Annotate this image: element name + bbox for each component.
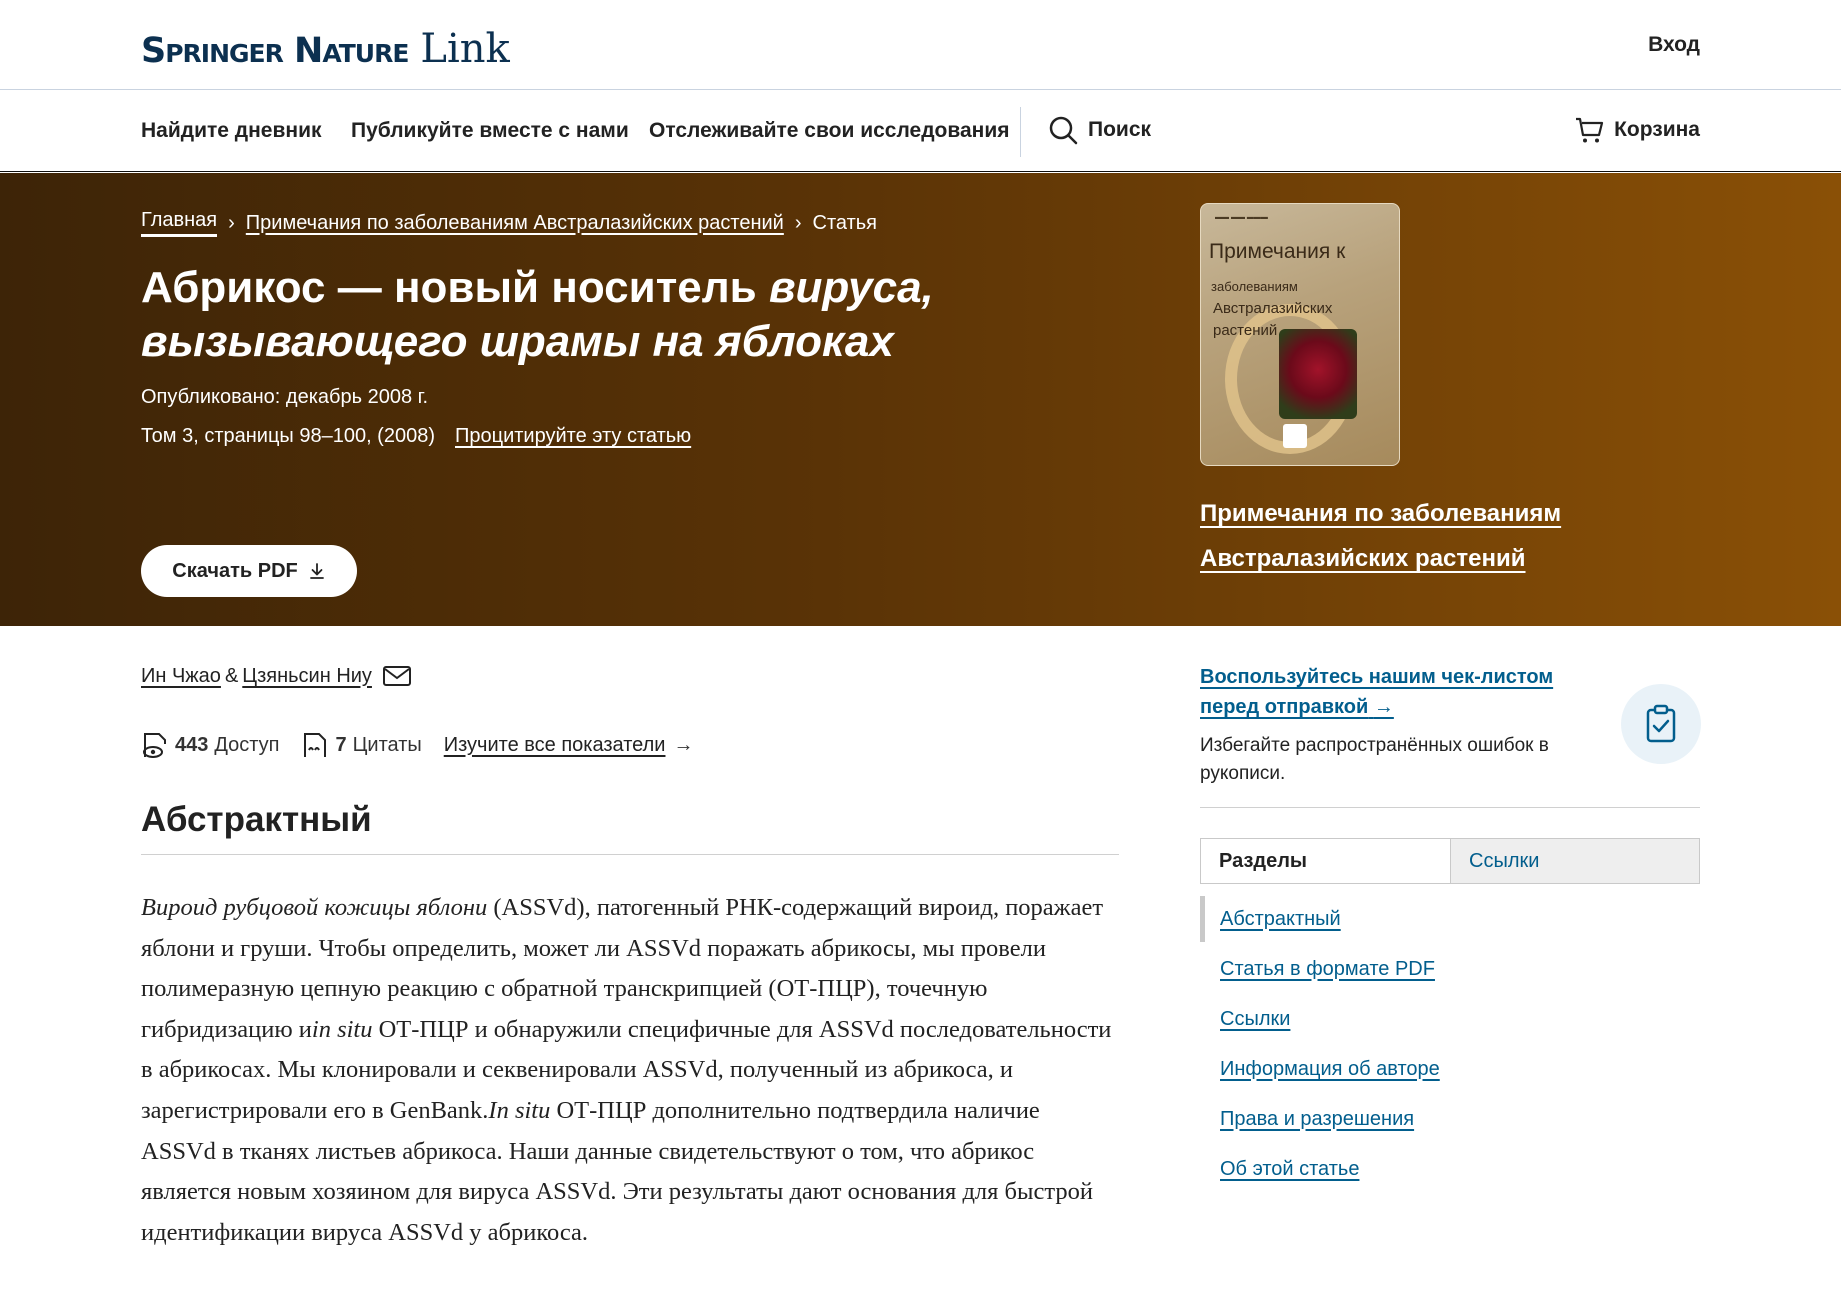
nav-publish-with-us[interactable]: Публикуйте вместе с нами [351,119,629,143]
search-icon [1049,116,1078,145]
toc-item-label: Статья в формате PDF [1220,957,1435,980]
title-plain: Абрикос — новый носитель [141,263,769,312]
citations-metric: 7 Цитаты [301,730,422,760]
cite-article-link[interactable]: Процитируйте эту статью [455,425,691,448]
explore-metrics-link[interactable]: Изучите все показатели [444,734,666,757]
abstract-italic-term: in situ [311,1015,373,1043]
author-link[interactable]: Цзяньсин Ниу [242,665,372,688]
sections-list: Абстрактный Статья в формате PDF Ссылки … [1200,894,1700,1194]
toc-item-references[interactable]: Ссылки [1200,994,1700,1044]
logo-suffix: Link [420,26,510,72]
cover-header-strip: ▬▬ ▬▬ ▬▬▬ [1215,214,1268,221]
volume-info: Том 3, страницы 98–100, (2008) Процитиру… [141,425,691,448]
toc-item-label: Абстрактный [1220,907,1341,930]
journal-title-link[interactable]: Примечания по заболеваниям Австралазийск… [1200,491,1620,581]
author-list: Ин Чжао & Цзяньсин Ниу [141,664,412,688]
abstract-italic-term: Вироид рубцовой кожицы яблони [141,894,488,921]
search-button[interactable]: Поиск [1048,115,1151,145]
toc-item-label: Ссылки [1220,1007,1291,1030]
tab-sections[interactable]: Разделы [1201,839,1450,883]
submission-checklist-link[interactable]: Воспользуйтесь нашим чек-листом перед от… [1200,662,1570,722]
citations-icon [304,733,327,757]
published-date: Опубликовано: декабрь 2008 г. [141,386,429,408]
accesses-count: 443 [175,733,209,756]
chevron-right-icon: › [228,211,235,234]
logo-brand: Springer Nature [141,31,409,71]
accesses-label: Доступ [214,733,280,756]
journal-cover-image[interactable]: ▬▬ ▬▬ ▬▬▬ Примечания к заболеваниям Авст… [1200,203,1400,466]
article-metrics: 443 Доступ 7 Цитаты Изучите все показате… [141,730,693,760]
cart-button[interactable]: Корзина [1574,115,1700,145]
abstract-text: Вироид рубцовой кожицы яблони (ASSVd), п… [141,888,1116,1253]
accesses-icon [143,733,166,758]
top-header: Springer Nature Link Вход [0,0,1841,90]
search-label: Поиск [1088,118,1152,141]
abstract-italic-term: In situ [488,1096,551,1124]
author-link[interactable]: Ин Чжао [141,665,221,688]
accesses-metric: 443 Доступ [141,730,279,760]
breadcrumb-home[interactable]: Главная [141,209,218,237]
cover-subtitle-line-1: заболеваниям [1211,279,1298,294]
checklist-description: Избегайте распространённых ошибок в руко… [1200,735,1549,784]
nav-track-research[interactable]: Отслеживайте свои исследования [649,119,1010,143]
tab-references[interactable]: Ссылки [1450,839,1699,883]
clipboard-check-icon [1621,684,1701,764]
article-title: Абрикос — новый носитель вируса, вызываю… [141,261,1001,369]
breadcrumb: Главная › Примечания по заболеваниям Авс… [141,209,877,237]
login-link[interactable]: Вход [1648,33,1700,57]
toc-item-abstract[interactable]: Абстрактный [1200,894,1700,944]
toc-item-pdf[interactable]: Статья в формате PDF [1200,944,1700,994]
author-separator: & [224,664,239,687]
toc-item-label: Информация об авторе [1220,1057,1440,1080]
nav-divider [1020,107,1021,157]
submission-checklist-promo: Воспользуйтесь нашим чек-листом перед от… [1200,662,1620,788]
download-pdf-button[interactable]: Скачать PDF [141,545,357,597]
cover-flower-photo [1279,329,1357,419]
email-icon[interactable] [382,664,412,688]
cover-title: Примечания к [1209,240,1346,263]
volume-pages: Том 3, страницы 98–100, (2008) [141,425,435,447]
cart-icon [1576,117,1604,143]
toc-item-about[interactable]: Об этой статье [1200,1144,1700,1194]
toc-item-rights[interactable]: Права и разрешения [1200,1094,1700,1144]
journal-title-line-2: Австралазийских растений [1200,545,1526,572]
toc-item-label: Права и разрешения [1220,1107,1415,1130]
toc-item-author-info[interactable]: Информация об авторе [1200,1044,1700,1094]
article-hero: Главная › Примечания по заболеваниям Авс… [0,173,1841,626]
arrow-right-icon: → [673,733,694,756]
citations-label: Цитаты [352,733,422,756]
cart-label: Корзина [1614,118,1700,141]
arrow-right-icon: → [1373,696,1394,718]
download-pdf-label: Скачать PDF [172,559,298,582]
journal-title-line-1: Примечания по заболеваниям [1200,500,1562,527]
toc-item-label: Об этой статье [1220,1157,1360,1180]
breadcrumb-current: Статья [812,211,877,234]
cover-publisher-badge [1283,424,1307,448]
sidebar-tabs: Разделы Ссылки [1200,838,1700,884]
springer-nature-logo[interactable]: Springer Nature Link [141,26,510,72]
nav-find-journal[interactable]: Найдите дневник [141,119,322,143]
citations-count: 7 [335,733,347,756]
breadcrumb-journal[interactable]: Примечания по заболеваниям Австралазийск… [246,212,784,235]
abstract-heading: Абстрактный [141,800,1119,855]
download-icon [309,563,324,579]
sidebar-divider [1200,807,1700,808]
chevron-right-icon: › [794,211,802,234]
main-nav: Найдите дневник Публикуйте вместе с нами… [0,91,1841,172]
